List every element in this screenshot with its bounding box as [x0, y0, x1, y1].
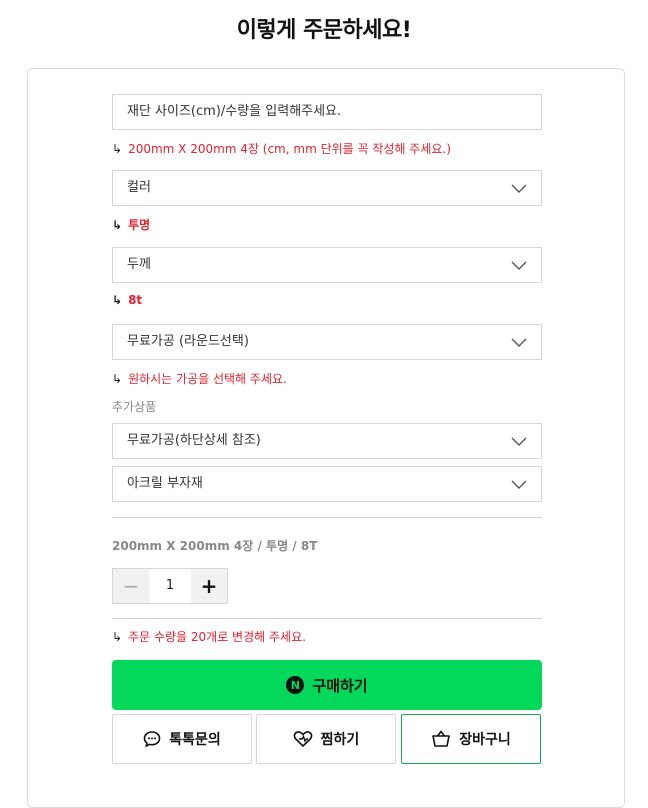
thickness-note: ↳ 8t	[112, 293, 142, 307]
divider	[112, 517, 542, 518]
chevron-down-icon	[511, 480, 527, 489]
quantity-value[interactable]: 1	[149, 569, 191, 603]
quantity-increase-button[interactable]: +	[191, 569, 227, 603]
thickness-select-label: 두께	[127, 257, 151, 272]
buy-button[interactable]: N 구매하기	[112, 660, 542, 710]
size-note: ↳ 200mm X 200mm 4장 (cm, mm 단위를 꼭 작성해 주세요.…	[112, 140, 451, 157]
color-select[interactable]: 컬러	[112, 170, 542, 206]
processing-select-label: 무료가공 (라운드선택)	[127, 334, 249, 349]
page-title: 이렇게 주문하세요!	[236, 18, 412, 43]
cart-button[interactable]: 장바구니	[401, 714, 541, 764]
accessory-select-label: 아크릴 부자재	[127, 476, 203, 491]
quantity-stepper[interactable]: − 1 +	[112, 568, 228, 604]
quantity-note-text: 주문 수량을 20개로 변경해 주세요.	[128, 630, 306, 644]
wishlist-label: 찜하기	[320, 732, 360, 748]
color-note: ↳ 투명	[112, 216, 150, 233]
thickness-note-text: 8t	[128, 293, 143, 307]
wishlist-button[interactable]: 찜하기	[256, 714, 396, 764]
chevron-down-icon	[511, 184, 527, 193]
quantity-decrease-button[interactable]: −	[113, 569, 149, 603]
naver-pay-icon: N	[286, 676, 305, 694]
note-arrow-icon: ↳	[112, 218, 123, 232]
thickness-select[interactable]: 두께	[112, 247, 542, 283]
note-arrow-icon: ↳	[112, 142, 123, 156]
divider	[112, 618, 542, 619]
quantity-note: ↳ 주문 수량을 20개로 변경해 주세요.	[112, 628, 306, 645]
note-arrow-icon: ↳	[112, 372, 123, 386]
size-quantity-input[interactable]: 재단 사이즈(cm)/수량을 입력해주세요.	[112, 94, 542, 130]
note-arrow-icon: ↳	[112, 630, 123, 644]
cart-label: 장바구니	[459, 732, 511, 748]
size-input-placeholder: 재단 사이즈(cm)/수량을 입력해주세요.	[127, 104, 342, 119]
buy-button-label: 구매하기	[312, 676, 368, 695]
processing-note-text: 원하시는 가공을 선택해 주세요.	[128, 372, 287, 386]
size-note-text: 200mm X 200mm 4장 (cm, mm 단위를 꼭 작성해 주세요.)	[128, 142, 451, 156]
chat-bubble-icon	[143, 731, 161, 748]
chevron-down-icon	[511, 437, 527, 446]
color-note-text: 투명	[128, 218, 151, 232]
accessory-select[interactable]: 아크릴 부자재	[112, 466, 542, 502]
chevron-down-icon	[511, 338, 527, 347]
extra-processing-label: 무료가공(하단상세 참조)	[127, 433, 261, 448]
extra-processing-select[interactable]: 무료가공(하단상세 참조)	[112, 423, 542, 459]
color-select-label: 컬러	[127, 180, 151, 195]
talk-inquiry-label: 톡톡문의	[169, 732, 221, 748]
note-arrow-icon: ↳	[112, 293, 123, 307]
selected-option-summary: 200mm X 200mm 4장 / 투명 / 8T	[112, 539, 318, 553]
chevron-down-icon	[511, 261, 527, 270]
shopping-bag-icon	[432, 730, 451, 747]
processing-note: ↳ 원하시는 가공을 선택해 주세요.	[112, 370, 287, 387]
talk-inquiry-button[interactable]: 톡톡문의	[112, 714, 252, 764]
extra-products-label: 추가상품	[112, 400, 157, 414]
heart-icon	[293, 731, 313, 747]
processing-select[interactable]: 무료가공 (라운드선택)	[112, 324, 542, 360]
